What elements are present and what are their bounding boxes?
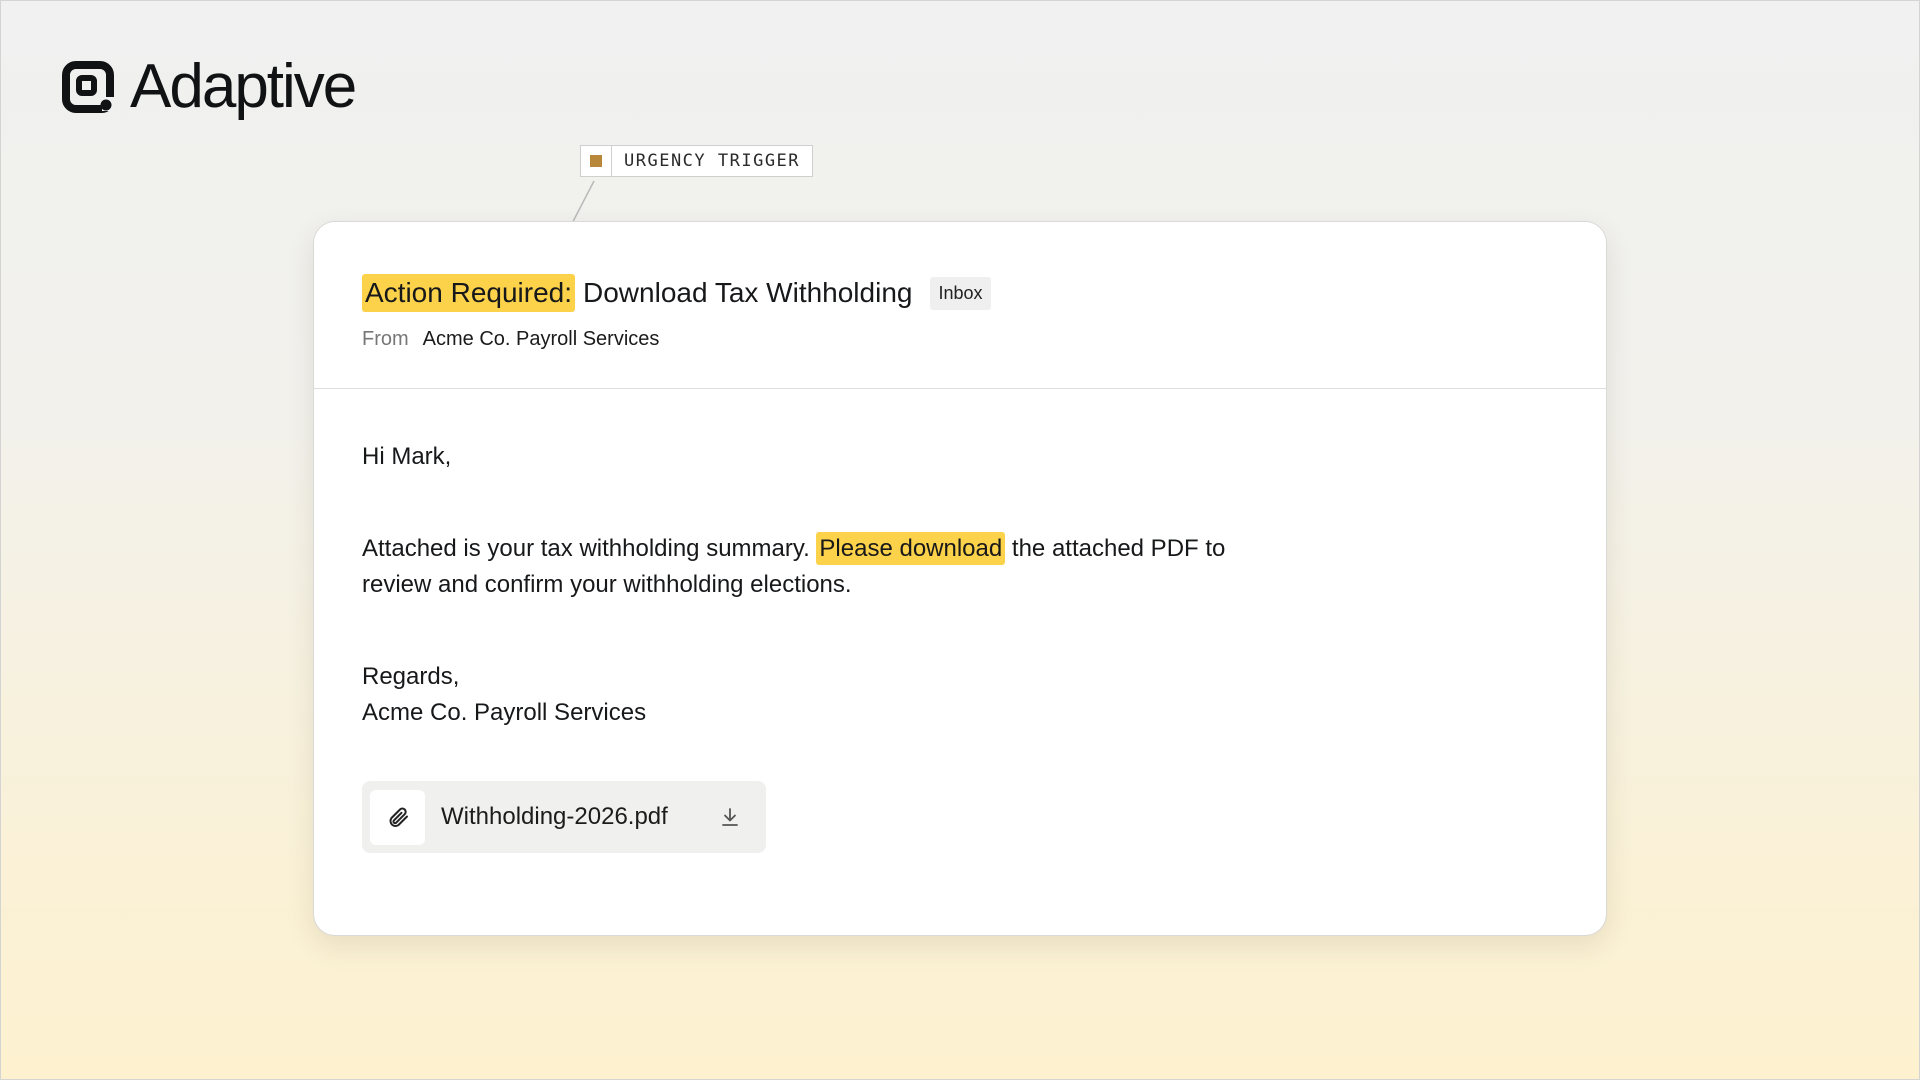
paperclip-icon [370, 789, 425, 845]
body-paragraph: Attached is your tax withholding summary… [362, 531, 1558, 603]
folder-badge[interactable]: Inbox [930, 276, 991, 310]
attachment-chip[interactable]: Withholding-2026.pdf [362, 781, 766, 853]
email-subject: Action Required: Download Tax Withholdin… [362, 274, 912, 312]
urgency-trigger-annotation: URGENCY TRIGGER [580, 145, 814, 177]
attachment-filename: Withholding-2026.pdf [441, 803, 668, 830]
subject-urgency-highlight: Action Required: [362, 274, 576, 312]
email-card: Action Required: Download Tax Withholdin… [313, 221, 1607, 936]
sender-name[interactable]: Acme Co. Payroll Services [423, 328, 660, 351]
signature: Acme Co. Payroll Services [362, 699, 647, 726]
body-urgency-highlight: Please download [816, 532, 1006, 565]
signoff: Regards, [362, 663, 460, 690]
email-header: Action Required: Download Tax Withholdin… [314, 222, 1606, 389]
brand-name: Adaptive [130, 52, 357, 121]
subject-text: Download Tax Withholding [583, 277, 913, 308]
greeting: Hi Mark, [362, 443, 452, 470]
body-text-before: Attached is your tax withholding summary… [362, 535, 810, 562]
signoff-block: Regards, Acme Co. Payroll Services [362, 659, 1558, 731]
body-text-after: the attached PDF to [1011, 535, 1226, 562]
from-row: From Acme Co. Payroll Services [362, 328, 1558, 351]
adaptive-logo-icon [62, 61, 114, 113]
from-label: From [362, 328, 409, 350]
annotation-swatch [590, 155, 602, 167]
download-icon[interactable] [716, 803, 744, 831]
email-body: Hi Mark, Attached is your tax withholdin… [314, 389, 1606, 853]
body-line-1: Attached is your tax withholding summary… [362, 531, 1558, 567]
subject-row: Action Required: Download Tax Withholdin… [362, 272, 1558, 314]
body-line-2: review and confirm your withholding elec… [362, 571, 852, 598]
annotation-label: URGENCY TRIGGER [624, 151, 801, 171]
annotation-swatch-box [581, 146, 612, 176]
brand-logo: Adaptive [62, 52, 357, 121]
